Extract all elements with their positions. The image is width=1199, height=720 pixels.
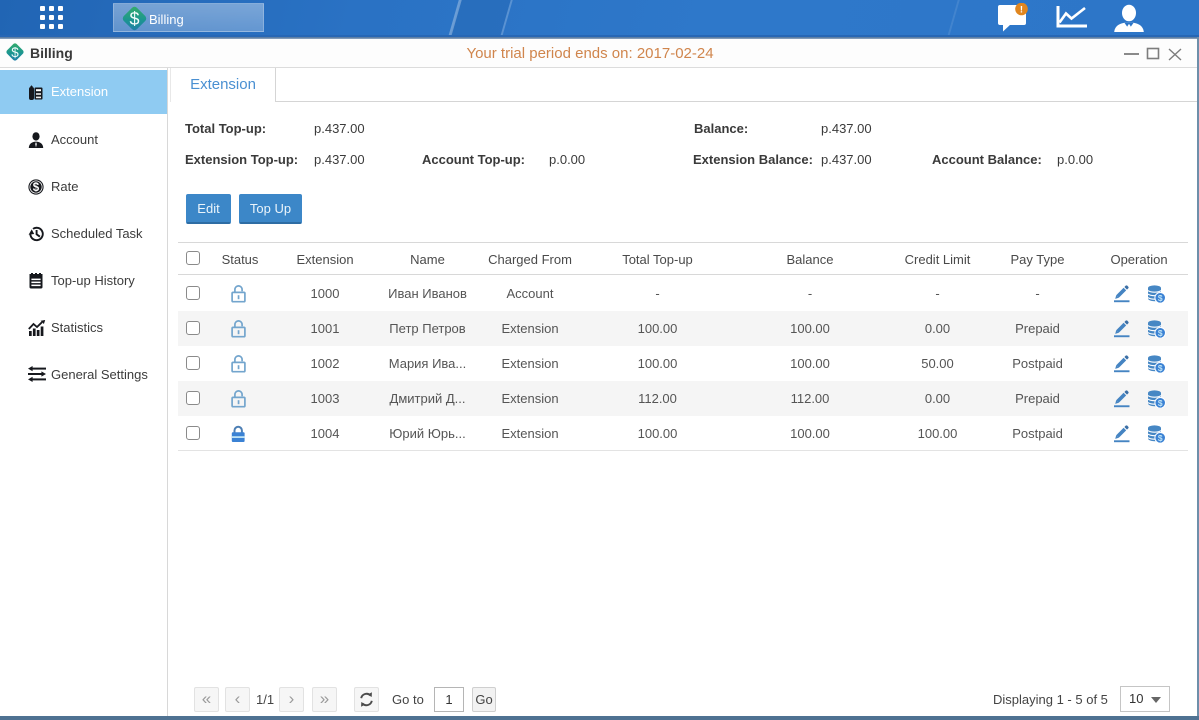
- svg-text:$: $: [33, 182, 40, 194]
- svg-text:$: $: [129, 9, 139, 29]
- svg-text:!: !: [1020, 5, 1023, 16]
